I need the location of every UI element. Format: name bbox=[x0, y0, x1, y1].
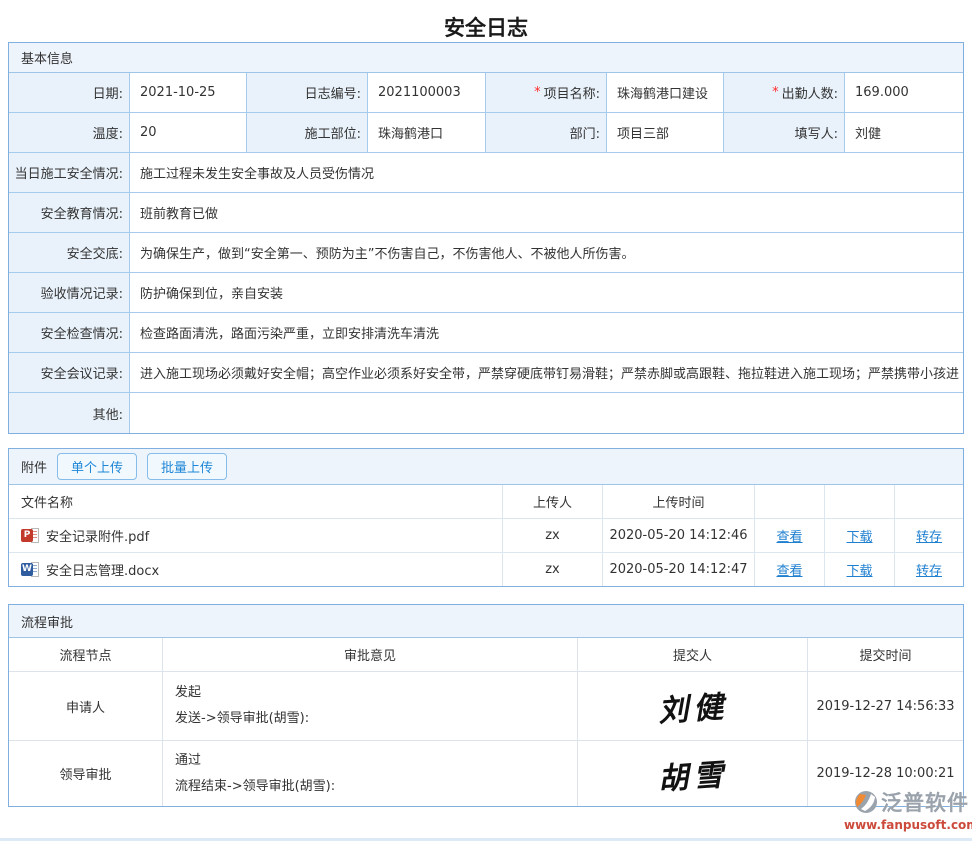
row-safety-meeting: 安全会议记录: 进入施工现场必须戴好安全帽；高空作业必须系好安全带，严禁穿硬底带… bbox=[9, 353, 963, 393]
basic-info-panel: 基本信息 日期: 2021-10-25 日志编号: 2021100003 *项目… bbox=[8, 42, 964, 434]
row-value: 防护确保到位，亲自安装 bbox=[130, 273, 963, 313]
watermark-brand: 泛普软件 bbox=[881, 787, 969, 817]
submitter-signature: 胡雪 bbox=[656, 749, 729, 798]
batch-upload-button[interactable]: 批量上传 bbox=[147, 453, 227, 480]
file-upload-time: 2020-05-20 14:12:47 bbox=[603, 553, 755, 586]
watermark-url: www.fanpusoft.com bbox=[844, 818, 969, 832]
opinion-line: 发送->领导审批(胡雪): bbox=[175, 708, 309, 730]
flow-node: 领导审批 bbox=[9, 741, 163, 806]
file-row: P 安全记录附件.pdf zx 2020-05-20 14:12:46 查看 下… bbox=[9, 519, 963, 553]
transfer-link[interactable]: 转存 bbox=[916, 560, 942, 579]
col-uploader: 上传人 bbox=[503, 485, 603, 518]
col-submit-time: 提交时间 bbox=[808, 638, 963, 671]
required-marker: * bbox=[772, 85, 779, 100]
row-value bbox=[130, 393, 963, 433]
field-value-project-name: 珠海鹤港口建设 bbox=[607, 73, 724, 113]
field-label-log-number: 日志编号: bbox=[247, 73, 368, 113]
transfer-link[interactable]: 转存 bbox=[916, 526, 942, 545]
field-label-construction-part: 施工部位: bbox=[247, 113, 368, 153]
opinion-line: 发起 bbox=[175, 682, 201, 704]
approval-table-header: 流程节点 审批意见 提交人 提交时间 bbox=[9, 638, 963, 672]
flow-node: 申请人 bbox=[9, 672, 163, 740]
view-link[interactable]: 查看 bbox=[776, 560, 802, 579]
bottom-divider bbox=[0, 838, 972, 841]
fanpu-logo-icon bbox=[853, 789, 879, 815]
field-value-writer: 刘健 bbox=[845, 113, 963, 153]
col-opinion: 审批意见 bbox=[163, 638, 578, 671]
field-value-department: 项目三部 bbox=[607, 113, 724, 153]
approval-table: 流程节点 审批意见 提交人 提交时间 申请人 发起 发送->领导审批(胡雪): … bbox=[9, 638, 963, 806]
attachments-panel: 附件 单个上传 批量上传 文件名称 上传人 上传时间 P 安全记录附件.pdf … bbox=[8, 448, 964, 587]
opinion-line: 通过 bbox=[175, 750, 201, 772]
basic-info-section-title: 基本信息 bbox=[9, 43, 963, 73]
col-action-3 bbox=[895, 485, 963, 518]
file-uploader: zx bbox=[503, 519, 603, 552]
row-label: 安全教育情况: bbox=[9, 193, 130, 233]
field-value-temperature: 20 bbox=[130, 113, 247, 153]
field-label-writer: 填写人: bbox=[724, 113, 845, 153]
col-action-2 bbox=[825, 485, 895, 518]
row-label: 安全交底: bbox=[9, 233, 130, 273]
row-label: 安全检查情况: bbox=[9, 313, 130, 353]
row-value: 班前教育已做 bbox=[130, 193, 963, 233]
row-label: 验收情况记录: bbox=[9, 273, 130, 313]
field-label-department: 部门: bbox=[486, 113, 607, 153]
submit-time: 2019-12-27 14:56:33 bbox=[808, 672, 963, 740]
row-safety-education: 安全教育情况: 班前教育已做 bbox=[9, 193, 963, 233]
attachments-table-header: 文件名称 上传人 上传时间 bbox=[9, 485, 963, 519]
approval-row-leader: 领导审批 通过 流程结束->领导审批(胡雪): 胡雪 2019-12-28 10… bbox=[9, 741, 963, 806]
row-safety-disclosure: 安全交底: 为确保生产，做到“安全第一、预防为主”不伤害自己，不伤害他人、不被他… bbox=[9, 233, 963, 273]
field-label-date: 日期: bbox=[9, 73, 130, 113]
field-value-log-number: 2021100003 bbox=[368, 73, 486, 113]
col-upload-time: 上传时间 bbox=[603, 485, 755, 518]
row-value: 进入施工现场必须戴好安全帽；高空作业必须系好安全带，严禁穿硬底带钉易滑鞋；严禁赤… bbox=[130, 353, 963, 393]
file-upload-time: 2020-05-20 14:12:46 bbox=[603, 519, 755, 552]
row-safety-inspection: 安全检查情况: 检查路面清洗，路面污染严重，立即安排清洗车清洗 bbox=[9, 313, 963, 353]
field-label-attendance: *出勤人数: bbox=[724, 73, 845, 113]
submitter-signature: 刘健 bbox=[656, 682, 729, 731]
row-acceptance-record: 验收情况记录: 防护确保到位，亲自安装 bbox=[9, 273, 963, 313]
row-value: 施工过程未发生安全事故及人员受伤情况 bbox=[130, 153, 963, 193]
row-value: 检查路面清洗，路面污染严重，立即安排清洗车清洗 bbox=[130, 313, 963, 353]
row-value: 为确保生产，做到“安全第一、预防为主”不伤害自己，不伤害他人、不被他人所伤害。 bbox=[130, 233, 963, 273]
approval-row-applicant: 申请人 发起 发送->领导审批(胡雪): 刘健 2019-12-27 14:56… bbox=[9, 672, 963, 741]
download-link[interactable]: 下载 bbox=[846, 526, 872, 545]
word-file-icon: W bbox=[21, 562, 40, 578]
basic-info-grid: 日期: 2021-10-25 日志编号: 2021100003 *项目名称: 珠… bbox=[9, 73, 963, 153]
col-flow-node: 流程节点 bbox=[9, 638, 163, 671]
field-value-attendance: 169.000 bbox=[845, 73, 963, 113]
row-daily-safety: 当日施工安全情况: 施工过程未发生安全事故及人员受伤情况 bbox=[9, 153, 963, 193]
field-value-date: 2021-10-25 bbox=[130, 73, 247, 113]
download-link[interactable]: 下载 bbox=[846, 560, 872, 579]
file-row: W 安全日志管理.docx zx 2020-05-20 14:12:47 查看 … bbox=[9, 553, 963, 586]
col-submitter: 提交人 bbox=[578, 638, 808, 671]
file-name[interactable]: 安全记录附件.pdf bbox=[46, 526, 149, 545]
required-marker: * bbox=[534, 85, 541, 100]
field-label-temperature: 温度: bbox=[9, 113, 130, 153]
field-label-project-name: *项目名称: bbox=[486, 73, 607, 113]
row-label: 当日施工安全情况: bbox=[9, 153, 130, 193]
attachments-table: 文件名称 上传人 上传时间 P 安全记录附件.pdf zx 2020-05-20… bbox=[9, 485, 963, 586]
col-file-name: 文件名称 bbox=[9, 485, 503, 518]
view-link[interactable]: 查看 bbox=[776, 526, 802, 545]
approval-section-title: 流程审批 bbox=[9, 605, 963, 638]
row-other: 其他: bbox=[9, 393, 963, 433]
attachments-section-title: 附件 bbox=[21, 457, 47, 476]
page-title: 安全日志 bbox=[0, 0, 972, 42]
col-action-1 bbox=[755, 485, 825, 518]
single-upload-button[interactable]: 单个上传 bbox=[57, 453, 137, 480]
opinion-line: 流程结束->领导审批(胡雪): bbox=[175, 776, 335, 798]
pdf-file-icon: P bbox=[21, 528, 40, 544]
row-label: 安全会议记录: bbox=[9, 353, 130, 393]
file-name[interactable]: 安全日志管理.docx bbox=[46, 560, 159, 579]
file-uploader: zx bbox=[503, 553, 603, 586]
approval-panel: 流程审批 流程节点 审批意见 提交人 提交时间 申请人 发起 发送->领导审批(… bbox=[8, 604, 964, 807]
field-value-construction-part: 珠海鹤港口 bbox=[368, 113, 486, 153]
row-label: 其他: bbox=[9, 393, 130, 433]
vendor-watermark: 泛普软件 www.fanpusoft.com bbox=[844, 787, 969, 832]
